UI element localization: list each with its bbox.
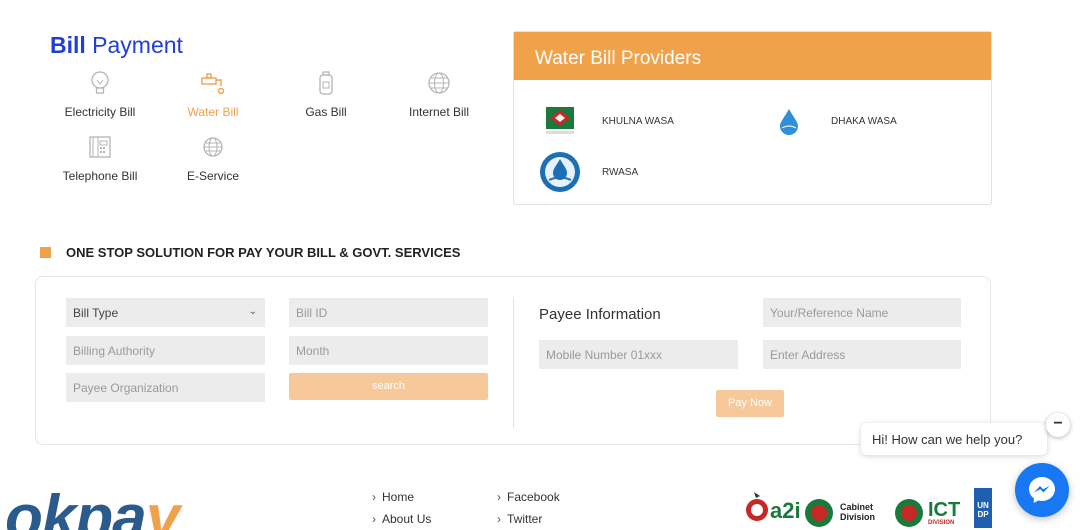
bill-type-value: Bill Type bbox=[73, 306, 119, 320]
undp-logo[interactable]: UN DP bbox=[974, 488, 992, 528]
dhaka-wasa-logo bbox=[768, 100, 810, 142]
footer-link-facebook[interactable]: › Facebook bbox=[497, 490, 560, 504]
okpay-logo[interactable]: okpay bbox=[5, 487, 180, 530]
bill-id-input[interactable]: Bill ID bbox=[289, 298, 488, 327]
cabinet-division-logo[interactable]: Cabinet Division bbox=[804, 498, 875, 528]
provider-rwasa[interactable]: RWASA bbox=[539, 151, 638, 193]
chat-minimize-button[interactable]: − bbox=[1046, 413, 1070, 437]
water-bill-providers-panel: Water Bill Providers KHULNA WASA DHAKA W… bbox=[513, 31, 992, 205]
section-title: ONE STOP SOLUTION FOR PAY YOUR BILL & GO… bbox=[40, 245, 460, 260]
rwasa-logo bbox=[539, 151, 581, 193]
chevron-right-icon: › bbox=[497, 512, 501, 526]
category-internet-bill[interactable]: Internet Bill bbox=[389, 69, 489, 119]
telephone-icon bbox=[89, 136, 111, 158]
category-e-service[interactable]: E-Service bbox=[163, 133, 263, 183]
chevron-right-icon: › bbox=[372, 512, 376, 526]
chevron-right-icon: › bbox=[372, 490, 376, 504]
bill-payment-title: Bill Payment bbox=[50, 32, 183, 58]
section-title-text: ONE STOP SOLUTION FOR PAY YOUR BILL & GO… bbox=[66, 245, 461, 260]
form-divider bbox=[513, 297, 514, 428]
category-label: Gas Bill bbox=[305, 105, 347, 119]
globe-icon bbox=[203, 137, 223, 157]
chevron-right-icon: › bbox=[497, 490, 501, 504]
category-label: Electricity Bill bbox=[64, 105, 136, 119]
a2i-logo[interactable]: a2i bbox=[744, 488, 801, 524]
bill-type-select[interactable]: Bill Type ⌄ bbox=[66, 298, 265, 327]
billing-authority-input[interactable]: Billing Authority bbox=[66, 336, 265, 365]
globe-icon bbox=[428, 72, 450, 94]
category-gas-bill[interactable]: Gas Bill bbox=[276, 69, 376, 119]
chevron-down-icon: ⌄ bbox=[248, 306, 257, 317]
ict-division-logo[interactable]: ICT DIVISION bbox=[894, 498, 960, 528]
bulb-icon bbox=[91, 71, 109, 94]
provider-name: KHULNA WASA bbox=[602, 115, 674, 127]
category-water-bill[interactable]: Water Bill bbox=[163, 69, 263, 119]
provider-dhaka-wasa[interactable]: DHAKA WASA bbox=[768, 100, 897, 142]
category-label: Internet Bill bbox=[408, 105, 470, 119]
square-bullet-icon bbox=[40, 247, 51, 258]
footer-link-about-us[interactable]: › About Us bbox=[372, 512, 431, 526]
payee-organization-input[interactable]: Payee Organization bbox=[66, 373, 265, 402]
khulna-wasa-logo bbox=[539, 100, 581, 142]
category-label: E-Service bbox=[186, 169, 239, 183]
category-electricity-bill[interactable]: Electricity Bill bbox=[50, 69, 150, 119]
payee-information-title: Payee Information bbox=[539, 306, 661, 323]
pay-now-button[interactable]: Pay Now bbox=[716, 390, 784, 417]
chat-greeting-bubble[interactable]: Hi! How can we help you? bbox=[861, 423, 1047, 455]
footer-link-twitter[interactable]: › Twitter bbox=[497, 512, 542, 526]
provider-name: RWASA bbox=[602, 166, 639, 178]
address-input[interactable]: Enter Address bbox=[763, 340, 961, 369]
footer-link-home[interactable]: › Home bbox=[372, 490, 414, 504]
gas-cylinder-icon bbox=[319, 71, 333, 95]
search-button[interactable]: search bbox=[289, 373, 488, 400]
category-telephone-bill[interactable]: Telephone Bill bbox=[50, 133, 150, 183]
category-label: Telephone Bill bbox=[62, 169, 138, 183]
water-tap-icon bbox=[201, 73, 225, 95]
provider-name: DHAKA WASA bbox=[831, 115, 897, 127]
messenger-icon bbox=[1029, 477, 1055, 503]
month-input[interactable]: Month bbox=[289, 336, 488, 365]
category-label: Water Bill bbox=[187, 105, 239, 119]
mobile-number-input[interactable]: Mobile Number 01xxx bbox=[539, 340, 738, 369]
provider-khulna-wasa[interactable]: KHULNA WASA bbox=[539, 100, 674, 142]
messenger-chat-button[interactable] bbox=[1015, 463, 1069, 517]
reference-name-input[interactable]: Your/Reference Name bbox=[763, 298, 961, 327]
providers-title: Water Bill Providers bbox=[514, 32, 991, 80]
